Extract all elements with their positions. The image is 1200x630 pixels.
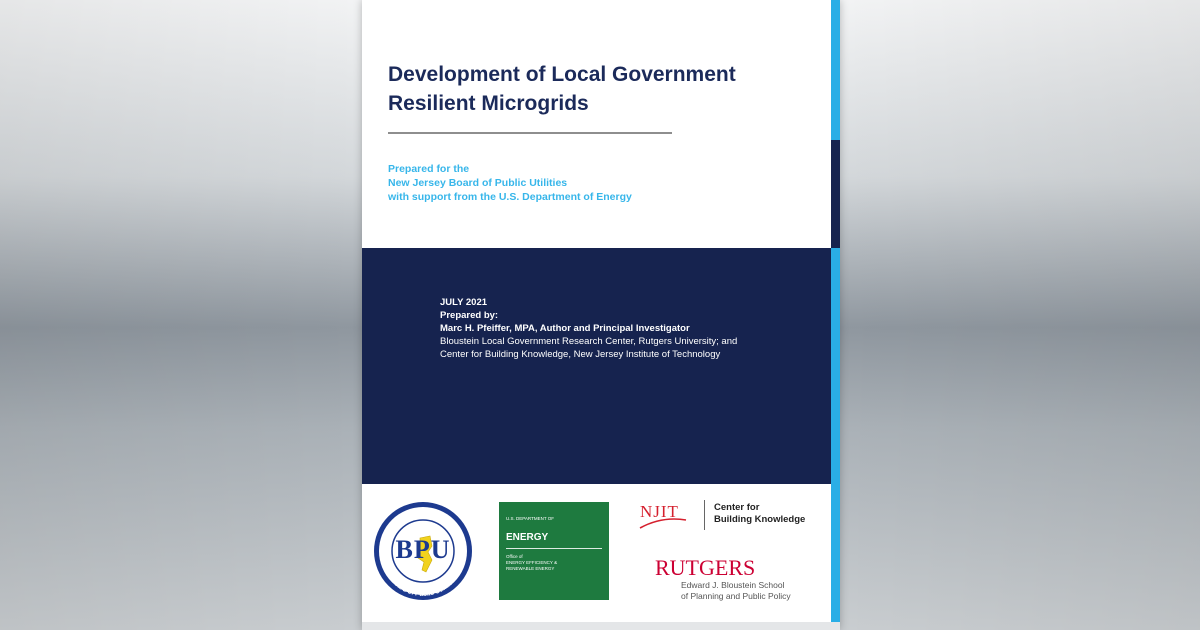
bloustein-line-1: Edward J. Bloustein School bbox=[681, 580, 785, 590]
title-divider bbox=[388, 132, 672, 134]
bpu-wordmark: BPU bbox=[395, 535, 451, 564]
navy-band bbox=[362, 248, 831, 484]
prepared-for-line-1: Prepared for the bbox=[388, 163, 470, 175]
cover-edge-accent bbox=[831, 140, 840, 248]
report-date: JULY 2021 bbox=[440, 297, 488, 308]
bloustein-line-2: of Planning and Public Policy bbox=[681, 591, 791, 601]
doe-divider bbox=[506, 548, 602, 549]
rutgers-wordmark: RUTGERS bbox=[655, 555, 756, 580]
doe-office-line-3: RENEWABLE ENERGY bbox=[506, 566, 555, 571]
affiliation-line-2: Center for Building Knowledge, New Jerse… bbox=[440, 349, 721, 360]
report-title-line-2: Resilient Microgrids bbox=[388, 92, 589, 115]
prepared-for-block: Prepared for the New Jersey Board of Pub… bbox=[388, 162, 818, 204]
credits-block: JULY 2021 Prepared by: Marc H. Pfeiffer,… bbox=[440, 296, 820, 361]
doe-department-label: U.S. DEPARTMENT OF bbox=[506, 516, 555, 521]
cbk-label: Center for Building Knowledge bbox=[714, 502, 805, 526]
njit-swoosh-icon bbox=[639, 518, 687, 529]
cbk-line-1: Center for bbox=[714, 502, 760, 513]
doe-office-block: Office of ENERGY EFFICIENCY & RENEWABLE … bbox=[506, 554, 557, 572]
doe-energy-wordmark: ENERGY bbox=[506, 532, 549, 543]
author-name: Marc H. Pfeiffer, MPA, Author and Princi… bbox=[440, 323, 690, 334]
doe-eere-logo: U.S. DEPARTMENT OF ENERGY Office of ENER… bbox=[499, 502, 609, 600]
prepared-for-line-2: New Jersey Board of Public Utilities bbox=[388, 177, 568, 189]
njit-divider bbox=[704, 500, 705, 530]
report-title: Development of Local Government Resilien… bbox=[388, 60, 808, 118]
background-right bbox=[840, 0, 1200, 630]
report-title-line-1: Development of Local Government bbox=[388, 63, 736, 86]
bloustein-school-label: Edward J. Bloustein School of Planning a… bbox=[681, 580, 791, 602]
background-left bbox=[0, 0, 362, 630]
prepared-for-line-3: with support from the U.S. Department of… bbox=[388, 191, 632, 203]
affiliation-line-1: Bloustein Local Government Research Cent… bbox=[440, 336, 738, 347]
cover-bottom-edge bbox=[362, 622, 840, 630]
prepared-by-label: Prepared by: bbox=[440, 310, 499, 321]
cover-edge-stripe bbox=[831, 0, 840, 630]
cbk-line-2: Building Knowledge bbox=[714, 514, 806, 525]
